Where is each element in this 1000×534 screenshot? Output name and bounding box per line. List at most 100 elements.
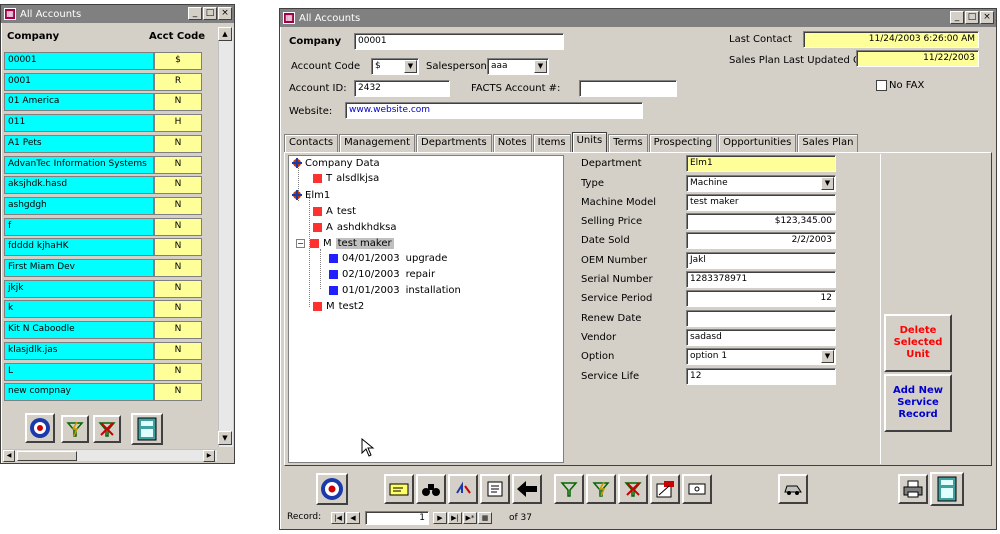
maximize-button[interactable]: □ (203, 7, 217, 20)
main-titlebar[interactable]: ▦ All Accounts _ □ × (280, 9, 996, 27)
acct-code-cell[interactable]: N (154, 155, 202, 174)
company-cell[interactable]: ashgdgh (4, 196, 154, 215)
report-button[interactable] (650, 474, 680, 504)
car-button[interactable] (778, 474, 808, 504)
serial-number-field[interactable]: 1283378971 (686, 271, 836, 288)
table-row[interactable]: jkjk N (4, 279, 202, 298)
target-button[interactable] (316, 473, 348, 505)
tab-prospecting[interactable]: Prospecting (648, 134, 718, 152)
chevron-down-icon[interactable]: ▼ (821, 350, 834, 363)
back-button[interactable] (512, 474, 542, 504)
table-row[interactable]: A1 Pets N (4, 134, 202, 153)
close-button[interactable]: × (980, 11, 994, 24)
company-cell[interactable]: 011 (4, 114, 154, 133)
acct-code-cell[interactable]: N (154, 196, 202, 215)
tab-sales-plan[interactable]: Sales Plan (797, 134, 859, 152)
close-button[interactable]: × (218, 7, 232, 20)
acct-code-cell[interactable]: $ (154, 52, 202, 70)
acct-code-cell[interactable]: N (154, 341, 202, 360)
tab-departments[interactable]: Departments (416, 134, 492, 152)
left-titlebar[interactable]: ▦ All Accounts _ □ × (1, 5, 234, 23)
next-record-button[interactable]: ▶ (433, 512, 447, 524)
company-cell[interactable]: f (4, 217, 154, 236)
minimize-button[interactable]: _ (950, 11, 964, 24)
company-cell[interactable]: A1 Pets (4, 134, 154, 153)
option-select[interactable]: option 1 ▼ (686, 348, 836, 365)
table-row[interactable]: aksjhdk.hasd N (4, 176, 202, 195)
salesperson-select[interactable]: aaa ▼ (487, 58, 549, 75)
acct-code-cell[interactable]: N (154, 300, 202, 319)
tree-node-t[interactable]: Talsdlkjsa (313, 173, 379, 184)
tab-items[interactable]: Items (532, 134, 571, 152)
company-cell[interactable]: aksjhdk.hasd (4, 176, 154, 195)
table-row[interactable]: 00001 $ (4, 52, 202, 70)
calculator-button[interactable] (131, 413, 163, 445)
acct-code-cell[interactable]: N (154, 259, 202, 277)
tree-node-m-test2[interactable]: Mtest2 (313, 301, 364, 312)
tab-opportunities[interactable]: Opportunities (718, 134, 797, 152)
table-row[interactable]: ashgdgh N (4, 196, 202, 215)
units-tree[interactable]: Company Data Talsdlkjsa Elm1 Atest Aashd… (288, 155, 564, 463)
machine-model-field[interactable]: test maker (686, 194, 836, 211)
sales-plan-updated-field[interactable]: 11/22/2003 (856, 50, 979, 67)
filter-lightning-button[interactable] (61, 415, 89, 443)
company-cell[interactable]: k (4, 300, 154, 319)
vendor-field[interactable]: sadasd (686, 329, 836, 346)
company-cell[interactable]: klasjdlk.jas (4, 341, 154, 360)
company-cell[interactable]: fdddd kjhaHK (4, 238, 154, 257)
selling-price-field[interactable]: $123,345.00 (686, 213, 836, 230)
chevron-down-icon[interactable]: ▼ (821, 177, 834, 190)
company-cell[interactable]: AdvanTec Information Systems (4, 155, 154, 174)
first-record-button[interactable]: |◀ (331, 512, 345, 524)
acct-code-cell[interactable]: H (154, 114, 202, 133)
company-cell[interactable]: 00001 (4, 52, 154, 70)
company-cell[interactable]: new compnay (4, 383, 154, 402)
sort-button[interactable] (448, 474, 478, 504)
tree-node-elm1[interactable]: Elm1 (291, 189, 330, 201)
renew-date-field[interactable] (686, 310, 836, 327)
remove-filter-button[interactable] (93, 415, 121, 443)
table-row[interactable]: 01 America N (4, 93, 202, 112)
acct-code-cell[interactable]: N (154, 383, 202, 402)
tab-contacts[interactable]: Contacts (284, 134, 339, 152)
service-life-field[interactable]: 12 (686, 368, 836, 385)
table-row[interactable]: AdvanTec Information Systems N (4, 155, 202, 174)
acct-code-cell[interactable]: N (154, 134, 202, 153)
delete-selected-unit-button[interactable]: Delete Selected Unit (884, 314, 952, 372)
department-field[interactable]: Elm1 (686, 155, 836, 172)
tab-notes[interactable]: Notes (492, 134, 532, 152)
record-number-field[interactable]: 1 (365, 511, 429, 525)
tree-node-installation[interactable]: 01/01/2003 installation (329, 285, 461, 296)
calculator-button[interactable] (930, 472, 964, 506)
print-button[interactable] (898, 474, 928, 504)
table-row[interactable]: 0001 R (4, 72, 202, 91)
tree-node-a-test[interactable]: Atest (313, 206, 356, 217)
service-period-field[interactable]: 12 (686, 290, 836, 307)
tree-node-a-ashdkhdksa[interactable]: Aashdkhdksa (313, 222, 396, 233)
add-new-service-record-button[interactable]: Add New Service Record (884, 374, 952, 432)
last-record-button[interactable]: ▶| (448, 512, 462, 524)
date-sold-field[interactable]: 2/2/2003 (686, 232, 836, 249)
acct-code-cell[interactable]: N (154, 321, 202, 340)
tab-units[interactable]: Units (571, 132, 608, 152)
left-scrollbar[interactable] (218, 27, 233, 447)
table-row[interactable]: new compnay N (4, 383, 202, 402)
table-row[interactable]: kN (4, 300, 202, 319)
chevron-down-icon[interactable]: ▼ (534, 60, 547, 73)
filter-by-selection-button[interactable] (586, 474, 616, 504)
table-row[interactable]: Kit N Caboodle N (4, 321, 202, 340)
account-id-field[interactable]: 2432 (354, 80, 450, 97)
tree-node-m-test-maker[interactable]: − Mtest maker (296, 238, 394, 249)
remove-filter-button[interactable] (618, 474, 648, 504)
form-view-button[interactable] (480, 474, 510, 504)
table-row[interactable]: klasjdlk.jas N (4, 341, 202, 360)
company-cell[interactable]: jkjk (4, 279, 154, 298)
target-button[interactable] (25, 413, 55, 443)
chevron-down-icon[interactable]: ▼ (404, 60, 417, 73)
acct-code-cell[interactable]: N (154, 217, 202, 236)
facts-account-field[interactable] (579, 80, 677, 97)
acct-code-cell[interactable]: R (154, 72, 202, 91)
tab-terms[interactable]: Terms (608, 134, 648, 152)
scroll-left-button[interactable]: ◀ (3, 450, 15, 462)
table-row[interactable]: First Miam Dev N (4, 259, 202, 277)
